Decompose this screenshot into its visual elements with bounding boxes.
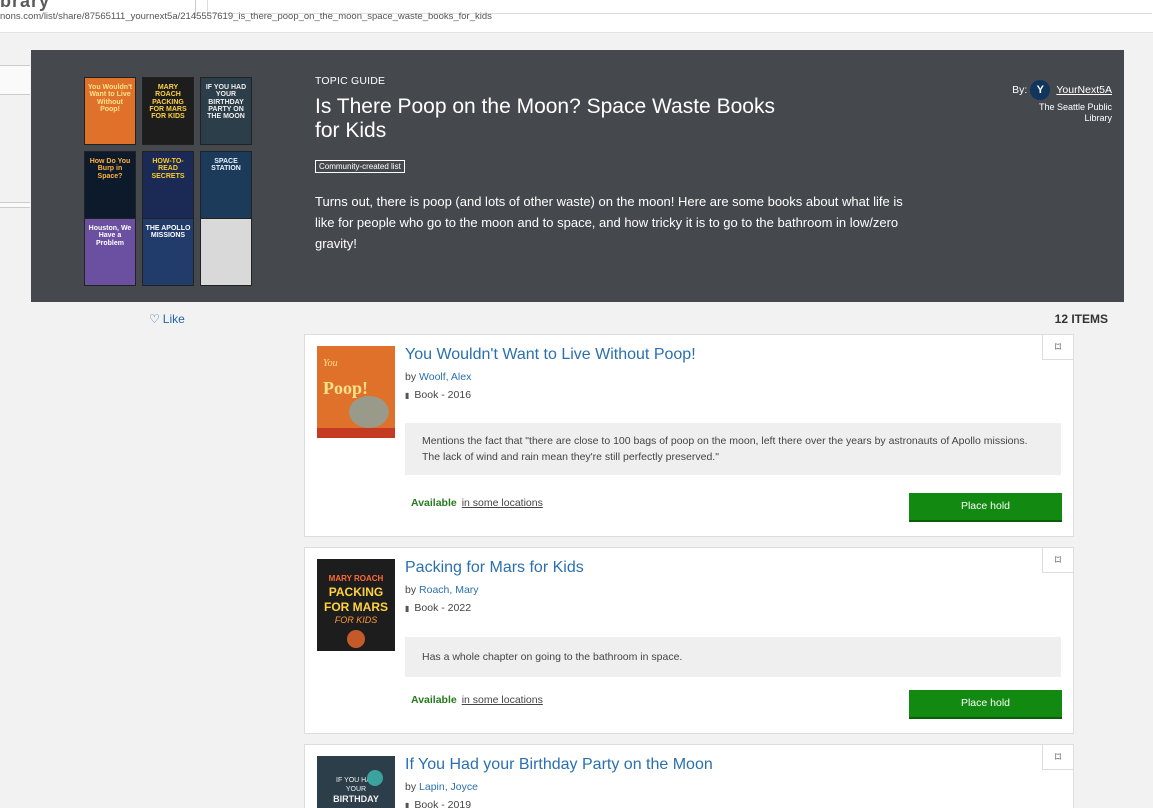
svg-text:BIRTHDAY: BIRTHDAY bbox=[333, 794, 379, 804]
book-cover[interactable]: IF YOU HAD YOUR BIRTHDAY bbox=[317, 756, 395, 808]
mosaic-cover[interactable]: MARY ROACH PACKING FOR MARS FOR KIDS bbox=[142, 77, 194, 145]
list-item: MARY ROACH PACKING FOR MARS FOR KIDS Pac… bbox=[304, 547, 1074, 734]
item-count: 12 ITEMS bbox=[1054, 312, 1108, 326]
svg-text:YOUR: YOUR bbox=[346, 786, 366, 793]
page-title: Is There Poop on the Moon? Space Waste B… bbox=[315, 95, 775, 143]
by-label: by bbox=[405, 781, 417, 793]
list-item: You Poop! You Wouldn't Want to Live With… bbox=[304, 334, 1074, 537]
list-author: By: Y YourNext5A The Seattle Public Librar… bbox=[1012, 80, 1112, 124]
author-link[interactable]: Roach, Mary bbox=[419, 584, 479, 596]
format-text: Book - 2016 bbox=[414, 389, 472, 401]
bookmark-icon[interactable]: ⌑ bbox=[1042, 744, 1074, 770]
author-link[interactable]: Lapin, Joyce bbox=[419, 781, 478, 793]
list-item: IF YOU HAD YOUR BIRTHDAY If You Had your… bbox=[304, 744, 1074, 808]
item-author: by Lapin, Joyce bbox=[405, 781, 478, 793]
svg-text:PACKING: PACKING bbox=[329, 585, 383, 599]
heart-outline-icon: ♡ bbox=[149, 312, 160, 326]
item-title-link[interactable]: You Wouldn't Want to Live Without Poop! bbox=[405, 346, 696, 364]
mosaic-cover[interactable]: HOW-TO-READ SECRETS bbox=[142, 151, 194, 219]
by-label: by bbox=[405, 584, 417, 596]
place-hold-button[interactable]: Place hold bbox=[909, 690, 1062, 719]
cover-art: IF YOU HAD YOUR BIRTHDAY bbox=[317, 756, 395, 808]
browser-address-bar[interactable]: brary nons.com/list/share/87565111_yourn… bbox=[0, 0, 1153, 33]
bookmark-icon[interactable]: ⌑ bbox=[1042, 334, 1074, 360]
svg-text:MARY ROACH: MARY ROACH bbox=[329, 574, 384, 583]
book-cover[interactable]: You Poop! bbox=[317, 346, 395, 438]
svg-text:FOR KIDS: FOR KIDS bbox=[335, 615, 378, 625]
community-badge: Community-created list bbox=[315, 160, 405, 173]
mosaic-placeholder bbox=[200, 218, 252, 286]
author-org-line: The Seattle Public bbox=[1038, 102, 1112, 112]
mosaic-cover[interactable]: How Do You Burp in Space? bbox=[84, 151, 136, 219]
background-panel-edge bbox=[0, 65, 30, 95]
bookmark-icon[interactable]: ⌑ bbox=[1042, 547, 1074, 573]
cover-art: MARY ROACH PACKING FOR MARS FOR KIDS bbox=[317, 559, 395, 651]
availability: Available in some locations bbox=[411, 497, 543, 509]
background-panel-edge bbox=[0, 202, 30, 208]
mosaic-cover[interactable]: THE APOLLO MISSIONS bbox=[142, 218, 194, 286]
locations-link[interactable]: in some locations bbox=[462, 497, 543, 509]
format-text: Book - 2022 bbox=[414, 602, 472, 614]
mosaic-cover[interactable]: IF YOU HAD YOUR BIRTHDAY PARTY ON THE MO… bbox=[200, 77, 252, 145]
like-button[interactable]: ♡ Like bbox=[149, 312, 185, 326]
url-text[interactable]: nons.com/list/share/87565111_yournext5a/… bbox=[0, 11, 492, 22]
item-format: ▮ Book - 2022 bbox=[405, 602, 471, 614]
item-format: ▮ Book - 2016 bbox=[405, 389, 471, 401]
item-author: by Roach, Mary bbox=[405, 584, 479, 596]
mosaic-cover[interactable]: Houston, We Have a Problem bbox=[84, 218, 136, 286]
item-annotation: Has a whole chapter on going to the bath… bbox=[405, 637, 1061, 677]
book-icon: ▮ bbox=[405, 391, 410, 400]
item-annotation: Mentions the fact that "there are close … bbox=[405, 423, 1061, 475]
avatar[interactable]: Y bbox=[1030, 80, 1051, 100]
availability: Available in some locations bbox=[411, 694, 543, 706]
availability-status: Available bbox=[411, 497, 457, 509]
by-label: By: bbox=[1012, 84, 1028, 96]
availability-status: Available bbox=[411, 694, 457, 706]
svg-text:FOR MARS: FOR MARS bbox=[324, 600, 388, 614]
mosaic-cover[interactable]: SPACE STATION bbox=[200, 151, 252, 219]
item-title-link[interactable]: If You Had your Birthday Party on the Mo… bbox=[405, 756, 713, 774]
item-format: ▮ Book - 2019 bbox=[405, 799, 471, 808]
book-cover[interactable]: MARY ROACH PACKING FOR MARS FOR KIDS bbox=[317, 559, 395, 651]
locations-link[interactable]: in some locations bbox=[462, 694, 543, 706]
like-label: Like bbox=[162, 312, 185, 326]
svg-text:You: You bbox=[323, 358, 338, 369]
list-type-label: TOPIC GUIDE bbox=[315, 75, 386, 87]
book-icon: ▮ bbox=[405, 604, 410, 613]
author-link[interactable]: Woolf, Alex bbox=[419, 371, 471, 383]
author-org-line: Library bbox=[1084, 113, 1112, 123]
author-link[interactable]: YourNext5A bbox=[1056, 84, 1112, 96]
list-header: You Wouldn't Want to Live Without Poop! … bbox=[31, 50, 1124, 302]
place-hold-button[interactable]: Place hold bbox=[909, 493, 1062, 522]
book-icon: ▮ bbox=[405, 801, 410, 808]
by-label: by bbox=[405, 371, 417, 383]
item-author: by Woolf, Alex bbox=[405, 371, 471, 383]
format-text: Book - 2019 bbox=[414, 799, 472, 808]
item-title-link[interactable]: Packing for Mars for Kids bbox=[405, 559, 584, 577]
cover-art: You Poop! bbox=[317, 346, 395, 438]
mosaic-cover[interactable]: You Wouldn't Want to Live Without Poop! bbox=[84, 77, 136, 145]
svg-text:Poop!: Poop! bbox=[323, 378, 368, 398]
list-description: Turns out, there is poop (and lots of ot… bbox=[315, 194, 903, 251]
